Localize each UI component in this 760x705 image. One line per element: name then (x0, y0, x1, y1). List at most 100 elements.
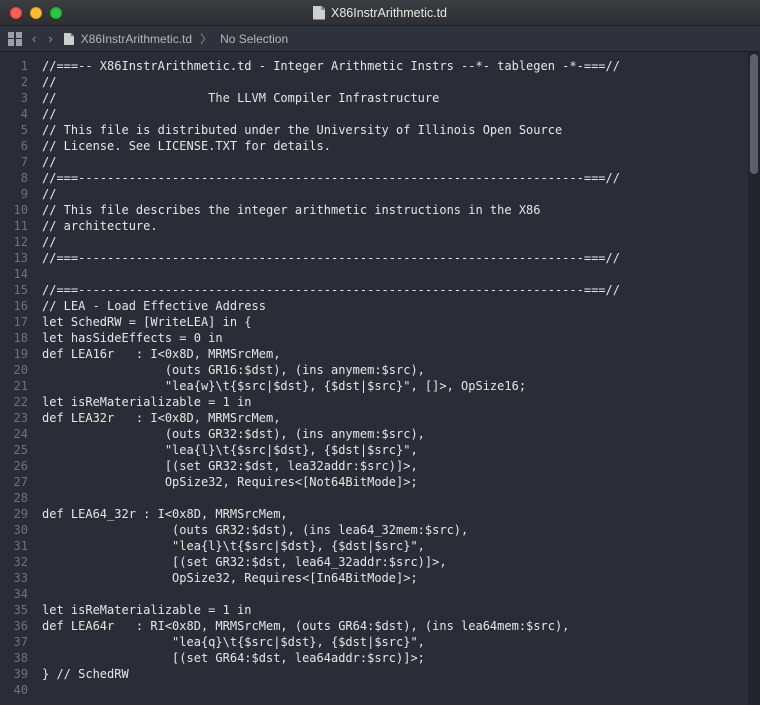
code-line[interactable]: let hasSideEffects = 0 in (42, 330, 760, 346)
line-number: 6 (0, 138, 28, 154)
line-number: 16 (0, 298, 28, 314)
line-number: 29 (0, 506, 28, 522)
code-line[interactable]: // architecture. (42, 218, 760, 234)
code-line[interactable] (42, 266, 760, 282)
jump-bar[interactable]: ‹ › X86InstrArithmetic.td 〉 No Selection (0, 26, 760, 52)
code-line[interactable]: (outs GR32:$dst), (ins lea64_32mem:$src)… (42, 522, 760, 538)
related-items-icon[interactable] (8, 32, 22, 46)
scrollbar-thumb[interactable] (750, 54, 758, 174)
breadcrumb-file-label: X86InstrArithmetic.td (81, 32, 192, 46)
line-number: 20 (0, 362, 28, 378)
code-line[interactable]: // (42, 154, 760, 170)
nav-back-button[interactable]: ‹ (30, 31, 38, 46)
code-line[interactable]: def LEA64_32r : I<0x8D, MRMSrcMem, (42, 506, 760, 522)
line-number: 1 (0, 58, 28, 74)
line-number: 30 (0, 522, 28, 538)
line-number: 3 (0, 90, 28, 106)
line-number: 19 (0, 346, 28, 362)
breadcrumb-selection[interactable]: No Selection (220, 32, 288, 46)
code-line[interactable]: //===-----------------------------------… (42, 170, 760, 186)
code-line[interactable] (42, 586, 760, 602)
line-number: 32 (0, 554, 28, 570)
minimize-icon[interactable] (30, 7, 42, 19)
line-number: 38 (0, 650, 28, 666)
scrollbar-track[interactable] (748, 52, 760, 705)
line-number: 23 (0, 410, 28, 426)
code-line[interactable]: //===-- X86InstrArithmetic.td - Integer … (42, 58, 760, 74)
line-number: 40 (0, 682, 28, 698)
line-number: 12 (0, 234, 28, 250)
code-line[interactable] (42, 682, 760, 698)
line-number: 8 (0, 170, 28, 186)
line-number: 26 (0, 458, 28, 474)
window-titlebar: X86InstrArithmetic.td (0, 0, 760, 26)
line-number: 31 (0, 538, 28, 554)
line-number: 13 (0, 250, 28, 266)
code-line[interactable]: OpSize32, Requires<[In64BitMode]>; (42, 570, 760, 586)
window-controls (10, 7, 62, 19)
line-number: 39 (0, 666, 28, 682)
line-number: 27 (0, 474, 28, 490)
line-number: 5 (0, 122, 28, 138)
code-line[interactable]: (outs GR32:$dst), (ins anymem:$src), (42, 426, 760, 442)
code-line[interactable]: } // SchedRW (42, 666, 760, 682)
code-line[interactable]: def LEA64r : RI<0x8D, MRMSrcMem, (outs G… (42, 618, 760, 634)
line-number: 18 (0, 330, 28, 346)
code-line[interactable]: // (42, 186, 760, 202)
code-line[interactable]: OpSize32, Requires<[Not64BitMode]>; (42, 474, 760, 490)
code-line[interactable]: let isReMaterializable = 1 in (42, 602, 760, 618)
line-number: 34 (0, 586, 28, 602)
document-icon (64, 33, 74, 45)
code-line[interactable]: def LEA16r : I<0x8D, MRMSrcMem, (42, 346, 760, 362)
line-number: 21 (0, 378, 28, 394)
code-line[interactable] (42, 490, 760, 506)
line-number: 7 (0, 154, 28, 170)
code-line[interactable]: def LEA32r : I<0x8D, MRMSrcMem, (42, 410, 760, 426)
code-line[interactable]: "lea{w}\t{$src|$dst}, {$dst|$src}", []>,… (42, 378, 760, 394)
code-line[interactable]: // (42, 106, 760, 122)
zoom-icon[interactable] (50, 7, 62, 19)
code-line[interactable]: // LEA - Load Effective Address (42, 298, 760, 314)
nav-forward-button[interactable]: › (46, 31, 54, 46)
code-line[interactable]: //===-----------------------------------… (42, 250, 760, 266)
code-line[interactable]: [(set GR64:$dst, lea64addr:$src)]>; (42, 650, 760, 666)
code-line[interactable]: // License. See LICENSE.TXT for details. (42, 138, 760, 154)
breadcrumb-file[interactable]: X86InstrArithmetic.td (63, 32, 192, 46)
code-line[interactable]: // This file is distributed under the Un… (42, 122, 760, 138)
code-line[interactable]: // (42, 234, 760, 250)
close-icon[interactable] (10, 7, 22, 19)
code-line[interactable]: "lea{q}\t{$src|$dst}, {$dst|$src}", (42, 634, 760, 650)
code-line[interactable]: //===-----------------------------------… (42, 282, 760, 298)
line-number: 14 (0, 266, 28, 282)
line-number: 35 (0, 602, 28, 618)
line-number: 15 (0, 282, 28, 298)
line-number: 2 (0, 74, 28, 90)
line-number: 28 (0, 490, 28, 506)
line-number-gutter: 1234567891011121314151617181920212223242… (0, 52, 34, 705)
code-line[interactable]: "lea{l}\t{$src|$dst}, {$dst|$src}", (42, 538, 760, 554)
line-number: 9 (0, 186, 28, 202)
line-number: 4 (0, 106, 28, 122)
code-line[interactable]: "lea{l}\t{$src|$dst}, {$dst|$src}", (42, 442, 760, 458)
breadcrumb-separator-icon: 〉 (200, 30, 212, 47)
code-line[interactable]: // The LLVM Compiler Infrastructure (42, 90, 760, 106)
code-line[interactable]: let SchedRW = [WriteLEA] in { (42, 314, 760, 330)
window-title: X86InstrArithmetic.td (331, 6, 447, 20)
line-number: 25 (0, 442, 28, 458)
code-line[interactable]: [(set GR32:$dst, lea32addr:$src)]>, (42, 458, 760, 474)
code-editor[interactable]: 1234567891011121314151617181920212223242… (0, 52, 760, 705)
line-number: 10 (0, 202, 28, 218)
line-number: 11 (0, 218, 28, 234)
code-line[interactable]: [(set GR32:$dst, lea64_32addr:$src)]>, (42, 554, 760, 570)
code-line[interactable]: (outs GR16:$dst), (ins anymem:$src), (42, 362, 760, 378)
document-icon (313, 6, 325, 20)
line-number: 17 (0, 314, 28, 330)
line-number: 33 (0, 570, 28, 586)
line-number: 22 (0, 394, 28, 410)
code-content[interactable]: //===-- X86InstrArithmetic.td - Integer … (34, 52, 760, 705)
code-line[interactable]: // (42, 74, 760, 90)
line-number: 36 (0, 618, 28, 634)
code-line[interactable]: let isReMaterializable = 1 in (42, 394, 760, 410)
line-number: 24 (0, 426, 28, 442)
code-line[interactable]: // This file describes the integer arith… (42, 202, 760, 218)
